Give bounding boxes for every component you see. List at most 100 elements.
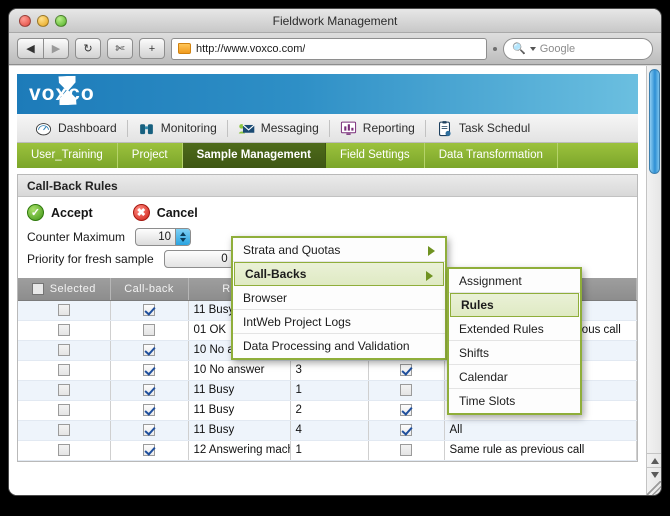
module-task-scheduler[interactable]: Task Schedul <box>426 120 540 137</box>
submenu-item-time-slots[interactable]: Time Slots <box>449 389 580 413</box>
module-messaging[interactable]: Messaging <box>228 120 329 137</box>
cell-result: 10 No answer <box>188 360 291 381</box>
cell-result: 12 Answering machi <box>188 440 291 461</box>
chevron-down-icon[interactable] <box>529 46 536 51</box>
stepper-arrows[interactable] <box>175 229 191 245</box>
scroll-down-button[interactable] <box>647 467 661 481</box>
cell-callback[interactable] <box>110 380 189 401</box>
forward-button[interactable]: ▶ <box>43 38 69 59</box>
submenu-item-shifts[interactable]: Shifts <box>449 341 580 365</box>
vertical-scrollbar[interactable] <box>646 66 661 495</box>
cell-callback[interactable] <box>110 420 189 441</box>
cell-callback[interactable] <box>110 320 189 341</box>
cell-consecutive[interactable] <box>368 380 445 401</box>
cell-consecutive[interactable] <box>368 440 445 461</box>
section-tab-bar: User_Training Project Sample Management … <box>17 143 638 168</box>
row-select-checkbox[interactable] <box>57 423 70 436</box>
submenu-item-label: Assignment <box>459 274 522 288</box>
cell-frequency: 1 <box>290 440 369 461</box>
column-header-selected[interactable]: Selected <box>18 278 111 301</box>
column-header-callback[interactable]: Call-back <box>110 278 189 301</box>
cell-selected[interactable] <box>18 400 111 421</box>
snippet-icon[interactable]: ✄ <box>107 38 133 59</box>
callback-checkbox[interactable] <box>143 303 155 316</box>
cell-callback[interactable] <box>110 400 189 421</box>
window-resize-grip[interactable] <box>647 481 661 495</box>
row-select-checkbox[interactable] <box>57 343 70 356</box>
table-row[interactable]: 11 Busy 4 All <box>18 420 637 441</box>
tab-project[interactable]: Project <box>118 143 183 168</box>
callback-checkbox[interactable] <box>143 363 155 376</box>
consecutive-checkbox[interactable] <box>400 403 412 416</box>
tab-sample-management[interactable]: Sample Management <box>182 143 326 168</box>
row-select-checkbox[interactable] <box>57 363 70 376</box>
consecutive-checkbox[interactable] <box>400 443 412 456</box>
tab-user-training[interactable]: User_Training <box>17 143 118 168</box>
menu-item-intweb-project-logs[interactable]: IntWeb Project Logs <box>233 310 445 334</box>
module-monitoring[interactable]: Monitoring <box>128 120 227 137</box>
chevron-up-icon[interactable] <box>180 232 187 236</box>
window-minimize-button[interactable] <box>37 15 49 27</box>
accept-button[interactable]: ✓ Accept <box>27 204 93 221</box>
tab-data-transformation[interactable]: Data Transformation <box>425 143 558 168</box>
row-select-checkbox[interactable] <box>57 443 70 456</box>
cell-selected[interactable] <box>18 320 111 341</box>
row-select-checkbox[interactable] <box>57 383 70 396</box>
counter-maximum-stepper[interactable]: 10 <box>135 228 192 246</box>
callback-checkbox[interactable] <box>143 383 155 396</box>
module-dashboard[interactable]: Dashboard <box>25 120 127 137</box>
clipboard-icon <box>438 120 451 136</box>
callback-checkbox[interactable] <box>143 443 155 456</box>
window-zoom-button[interactable] <box>55 15 67 27</box>
consecutive-checkbox[interactable] <box>400 423 412 436</box>
cell-selected[interactable] <box>18 340 111 361</box>
row-select-checkbox[interactable] <box>57 323 70 336</box>
cell-consecutive[interactable] <box>368 360 445 381</box>
cell-callback[interactable] <box>110 360 189 381</box>
cell-selected[interactable] <box>18 360 111 381</box>
select-all-checkbox[interactable] <box>31 282 44 295</box>
submenu-item-rules[interactable]: Rules <box>450 293 579 317</box>
cell-selected[interactable] <box>18 300 111 321</box>
scroll-up-button[interactable] <box>647 453 661 467</box>
submenu-item-extended-rules[interactable]: Extended Rules <box>449 317 580 341</box>
callback-checkbox[interactable] <box>143 343 155 356</box>
cell-selected[interactable] <box>18 440 111 461</box>
row-select-checkbox[interactable] <box>57 303 70 316</box>
cancel-button[interactable]: ✖ Cancel <box>132 204 198 221</box>
tab-field-settings[interactable]: Field Settings <box>326 143 425 168</box>
cell-frequency: 3 <box>290 360 369 381</box>
menu-item-browser[interactable]: Browser <box>233 286 445 310</box>
module-reporting[interactable]: Reporting <box>330 120 425 137</box>
priority-input[interactable]: 0 <box>163 250 234 268</box>
table-row[interactable]: 12 Answering machi 1 Same rule as previo… <box>18 440 637 461</box>
address-bar[interactable]: http://www.voxco.com/ <box>171 37 487 60</box>
cell-consecutive[interactable] <box>368 400 445 421</box>
callback-checkbox[interactable] <box>143 323 155 336</box>
search-input[interactable]: 🔍 Google <box>503 37 653 60</box>
add-button[interactable]: + <box>139 38 165 59</box>
callback-checkbox[interactable] <box>143 423 155 436</box>
row-select-checkbox[interactable] <box>57 403 70 416</box>
callback-checkbox[interactable] <box>143 403 155 416</box>
back-button[interactable]: ◀ <box>17 38 43 59</box>
scrollbar-thumb[interactable] <box>649 69 660 174</box>
menu-item-call-backs[interactable]: Call-Backs <box>234 262 444 286</box>
cell-selected[interactable] <box>18 420 111 441</box>
window-close-button[interactable] <box>19 15 31 27</box>
search-placeholder: Google <box>539 42 576 55</box>
cell-callback[interactable] <box>110 340 189 361</box>
reload-button[interactable]: ↻ <box>75 38 101 59</box>
menu-item-data-processing-and-validation[interactable]: Data Processing and Validation <box>233 334 445 358</box>
submenu-item-calendar[interactable]: Calendar <box>449 365 580 389</box>
consecutive-checkbox[interactable] <box>400 363 412 376</box>
menu-item-label: Browser <box>243 291 288 305</box>
cell-callback[interactable] <box>110 300 189 321</box>
cell-callback[interactable] <box>110 440 189 461</box>
chevron-down-icon[interactable] <box>180 238 187 242</box>
cell-selected[interactable] <box>18 380 111 401</box>
submenu-item-assignment[interactable]: Assignment <box>449 269 580 293</box>
cell-consecutive[interactable] <box>368 420 445 441</box>
menu-item-strata-and-quotas[interactable]: Strata and Quotas <box>233 238 445 262</box>
consecutive-checkbox[interactable] <box>400 383 412 396</box>
